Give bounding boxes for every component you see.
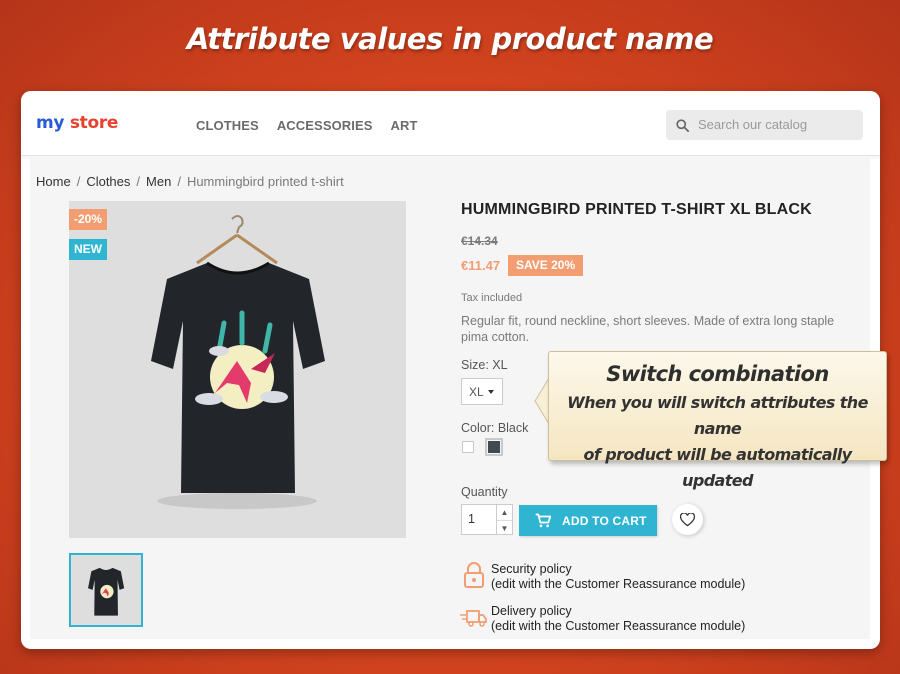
lock-icon — [464, 562, 484, 588]
search-input[interactable] — [696, 116, 860, 133]
delivery-policy-title: Delivery policy — [491, 604, 572, 618]
size-select[interactable]: XL — [461, 378, 503, 405]
tshirt-thumbnail-image — [88, 567, 125, 616]
color-swatch-white[interactable] — [462, 441, 474, 453]
add-to-cart-button[interactable]: ADD TO CART — [519, 505, 657, 536]
size-select-value: XL — [469, 385, 484, 399]
breadcrumb-separator: / — [136, 174, 141, 189]
callout-title: Switch combination — [606, 362, 829, 386]
breadcrumb-clothes[interactable]: Clothes — [86, 174, 130, 189]
nav-art[interactable]: ART — [391, 118, 418, 133]
logo-word-my: my — [36, 113, 65, 133]
current-price: €11.47 — [461, 258, 501, 273]
product-thumbnail[interactable] — [69, 553, 143, 627]
wishlist-button[interactable] — [672, 504, 703, 535]
tshirt-image — [151, 215, 325, 509]
quantity-down-button[interactable]: ▼ — [497, 521, 512, 536]
discount-badge: -20% — [69, 209, 108, 230]
delivery-truck-icon — [460, 610, 487, 627]
breadcrumb-home[interactable]: Home — [36, 174, 71, 189]
product-title: HUMMINGBIRD PRINTED T-SHIRT XL BLACK — [461, 201, 812, 218]
security-policy-note: (edit with the Customer Reassurance modu… — [491, 577, 746, 591]
tax-label: Tax included — [461, 292, 523, 304]
product-description: Regular fit, round neckline, short sleev… — [461, 314, 835, 344]
security-policy-title: Security policy — [491, 562, 572, 576]
quantity-up-button[interactable]: ▲ — [497, 505, 512, 521]
quantity-input[interactable]: 1 — [461, 504, 497, 535]
product-main-image[interactable]: -20% NEW — [69, 201, 406, 538]
feature-callout: Switch combination When you will switch … — [548, 351, 887, 490]
callout-line-2: of product will be automatically updated — [583, 445, 853, 490]
regular-price: €14.34 — [461, 234, 498, 248]
callout-line-1: When you will switch attributes the name — [567, 393, 868, 438]
banner-title: Attribute values in product name — [186, 22, 714, 56]
nav-clothes[interactable]: CLOTHES — [196, 118, 259, 133]
quantity-label: Quantity — [461, 485, 508, 499]
breadcrumb-men[interactable]: Men — [146, 174, 171, 189]
search-box — [666, 110, 863, 140]
add-to-cart-label: ADD TO CART — [562, 514, 647, 528]
heart-icon — [680, 513, 695, 527]
callout-text: When you will switch attributes the name… — [549, 390, 886, 494]
breadcrumb-separator: / — [177, 174, 181, 189]
main-nav: CLOTHES ACCESSORIES ART — [196, 118, 418, 133]
quantity-stepper: ▲ ▼ — [497, 504, 513, 535]
store-header: my store CLOTHES ACCESSORIES ART — [21, 91, 880, 156]
breadcrumb-separator: / — [76, 174, 81, 189]
breadcrumb-current: Hummingbird printed t-shirt — [186, 174, 344, 189]
chevron-down-icon — [488, 390, 494, 394]
color-label: Color: Black — [461, 421, 529, 435]
logo-word-store: store — [69, 113, 119, 133]
save-badge: SAVE 20% — [508, 255, 584, 276]
new-badge: NEW — [69, 239, 107, 260]
security-policy: Security policy (edit with the Customer … — [491, 562, 745, 592]
delivery-policy: Delivery policy (edit with the Customer … — [491, 604, 745, 634]
delivery-policy-note: (edit with the Customer Reassurance modu… — [491, 619, 746, 633]
breadcrumb: Home / Clothes / Men / Hummingbird printed t-s… — [36, 174, 344, 189]
nav-accessories[interactable]: ACCESSORIES — [277, 118, 373, 133]
cart-icon — [535, 513, 551, 528]
search-icon[interactable] — [675, 118, 690, 133]
store-logo[interactable]: my store — [36, 113, 118, 133]
size-label: Size: XL — [461, 358, 508, 372]
color-swatch-black[interactable] — [485, 438, 503, 456]
